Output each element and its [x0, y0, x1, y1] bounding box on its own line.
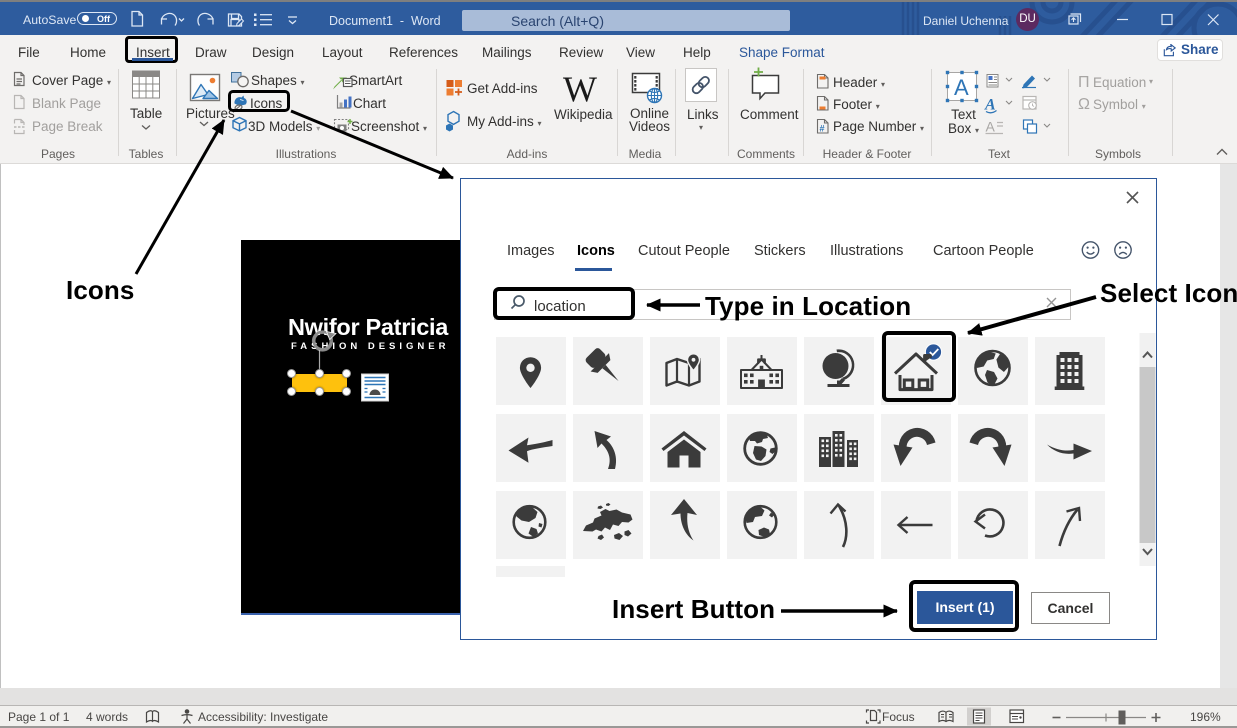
svg-text:W: W	[563, 69, 597, 109]
svg-text:Ω: Ω	[1078, 96, 1090, 113]
svg-text:A: A	[984, 97, 996, 114]
svg-text:#: #	[820, 124, 825, 134]
svg-text:Π: Π	[1078, 74, 1090, 91]
svg-text:A: A	[986, 119, 996, 135]
svg-text:A: A	[954, 75, 969, 100]
